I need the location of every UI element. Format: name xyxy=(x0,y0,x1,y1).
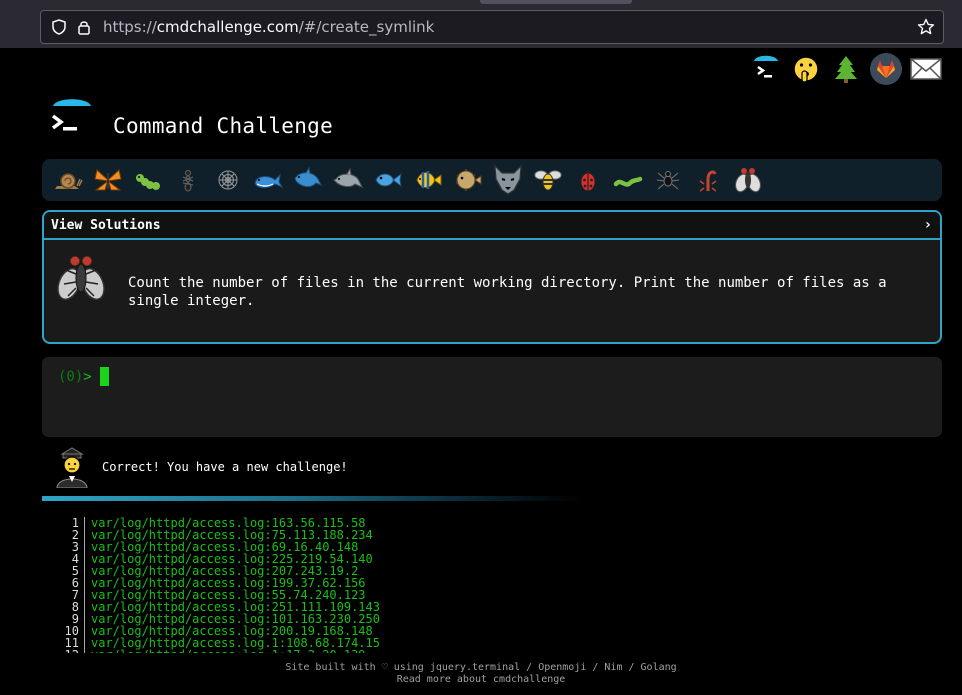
gitlab-icon[interactable] xyxy=(866,52,906,86)
scorpion-icon[interactable] xyxy=(688,162,728,198)
fish-icon[interactable] xyxy=(368,162,408,198)
chevron-right-icon[interactable]: › xyxy=(924,217,932,233)
terminal-logo[interactable] xyxy=(50,98,94,138)
url-scheme: https:// xyxy=(103,18,157,36)
url-path: /#/create_symlink xyxy=(298,18,435,36)
shushing-face-icon[interactable] xyxy=(786,52,826,86)
terminal-cursor xyxy=(100,367,109,386)
address-bar[interactable]: https://cmdchallenge.com/#/create_symlin… xyxy=(40,10,944,44)
worm-icon[interactable] xyxy=(608,162,648,198)
spider-web-icon[interactable] xyxy=(208,162,248,198)
lock-icon[interactable] xyxy=(77,19,91,35)
prompt-number: (0) xyxy=(58,369,84,385)
star-bookmark-icon[interactable] xyxy=(917,18,935,36)
tropical-fish-icon[interactable] xyxy=(408,162,448,198)
feedback-message: Correct! You have a new challenge! xyxy=(102,460,348,474)
terminal-input[interactable]: (0)> xyxy=(42,357,942,437)
url-host: cmdchallenge.com xyxy=(156,18,299,36)
fly-icon xyxy=(57,255,105,301)
wolf-icon[interactable] xyxy=(488,162,528,198)
challenge-description: Count the number of files in the current… xyxy=(128,275,887,309)
tree-icon[interactable] xyxy=(826,52,866,86)
caterpillar-icon[interactable] xyxy=(128,162,168,198)
challenge-panel: View Solutions › Count the number of fil… xyxy=(42,210,942,344)
ladybug-icon[interactable] xyxy=(568,162,608,198)
line-number: 12 xyxy=(60,649,85,653)
terminal-icon[interactable] xyxy=(746,52,786,86)
top-icon-bar xyxy=(746,52,946,86)
terminal-prompt: (0)> xyxy=(58,369,92,385)
whale-icon[interactable] xyxy=(248,162,288,198)
fly-icon[interactable] xyxy=(728,162,768,198)
footer: Site built with ♡ using jquery.terminal … xyxy=(0,662,962,686)
mail-icon[interactable] xyxy=(906,52,946,86)
browser-toolbar: https://cmdchallenge.com/#/create_symlin… xyxy=(0,0,962,48)
dolphin-blue-icon[interactable] xyxy=(288,162,328,198)
tab-indicator xyxy=(480,0,632,4)
page-title: Command Challenge xyxy=(113,114,334,138)
prompt-symbol: > xyxy=(83,369,92,385)
view-solutions-label: View Solutions xyxy=(51,217,161,233)
spider-icon[interactable] xyxy=(648,162,688,198)
blowfish-icon[interactable] xyxy=(448,162,488,198)
butterfly-icon[interactable] xyxy=(88,162,128,198)
output-line: 12var/log/httpd/access.log.1:17.2.20.139 xyxy=(60,649,620,653)
challenge-bar xyxy=(42,159,942,201)
divider xyxy=(42,496,582,501)
bee-icon[interactable] xyxy=(528,162,568,198)
url-text[interactable]: https://cmdchallenge.com/#/create_symlin… xyxy=(103,18,434,36)
line-text: var/log/httpd/access.log.1:17.2.20.139 xyxy=(85,649,366,653)
shield-icon[interactable] xyxy=(51,19,67,35)
snail-icon[interactable] xyxy=(48,162,88,198)
command-output: 1 var/log/httpd/access.log:163.56.115.58 2… xyxy=(60,517,620,653)
judge-icon xyxy=(56,447,88,488)
view-solutions-toggle[interactable]: View Solutions › xyxy=(44,212,940,240)
footer-about-link[interactable]: Read more about cmdchallenge xyxy=(0,674,962,686)
footer-credits: Site built with ♡ using jquery.terminal … xyxy=(285,662,677,673)
ant-icon[interactable] xyxy=(168,162,208,198)
dolphin-grey-icon[interactable] xyxy=(328,162,368,198)
